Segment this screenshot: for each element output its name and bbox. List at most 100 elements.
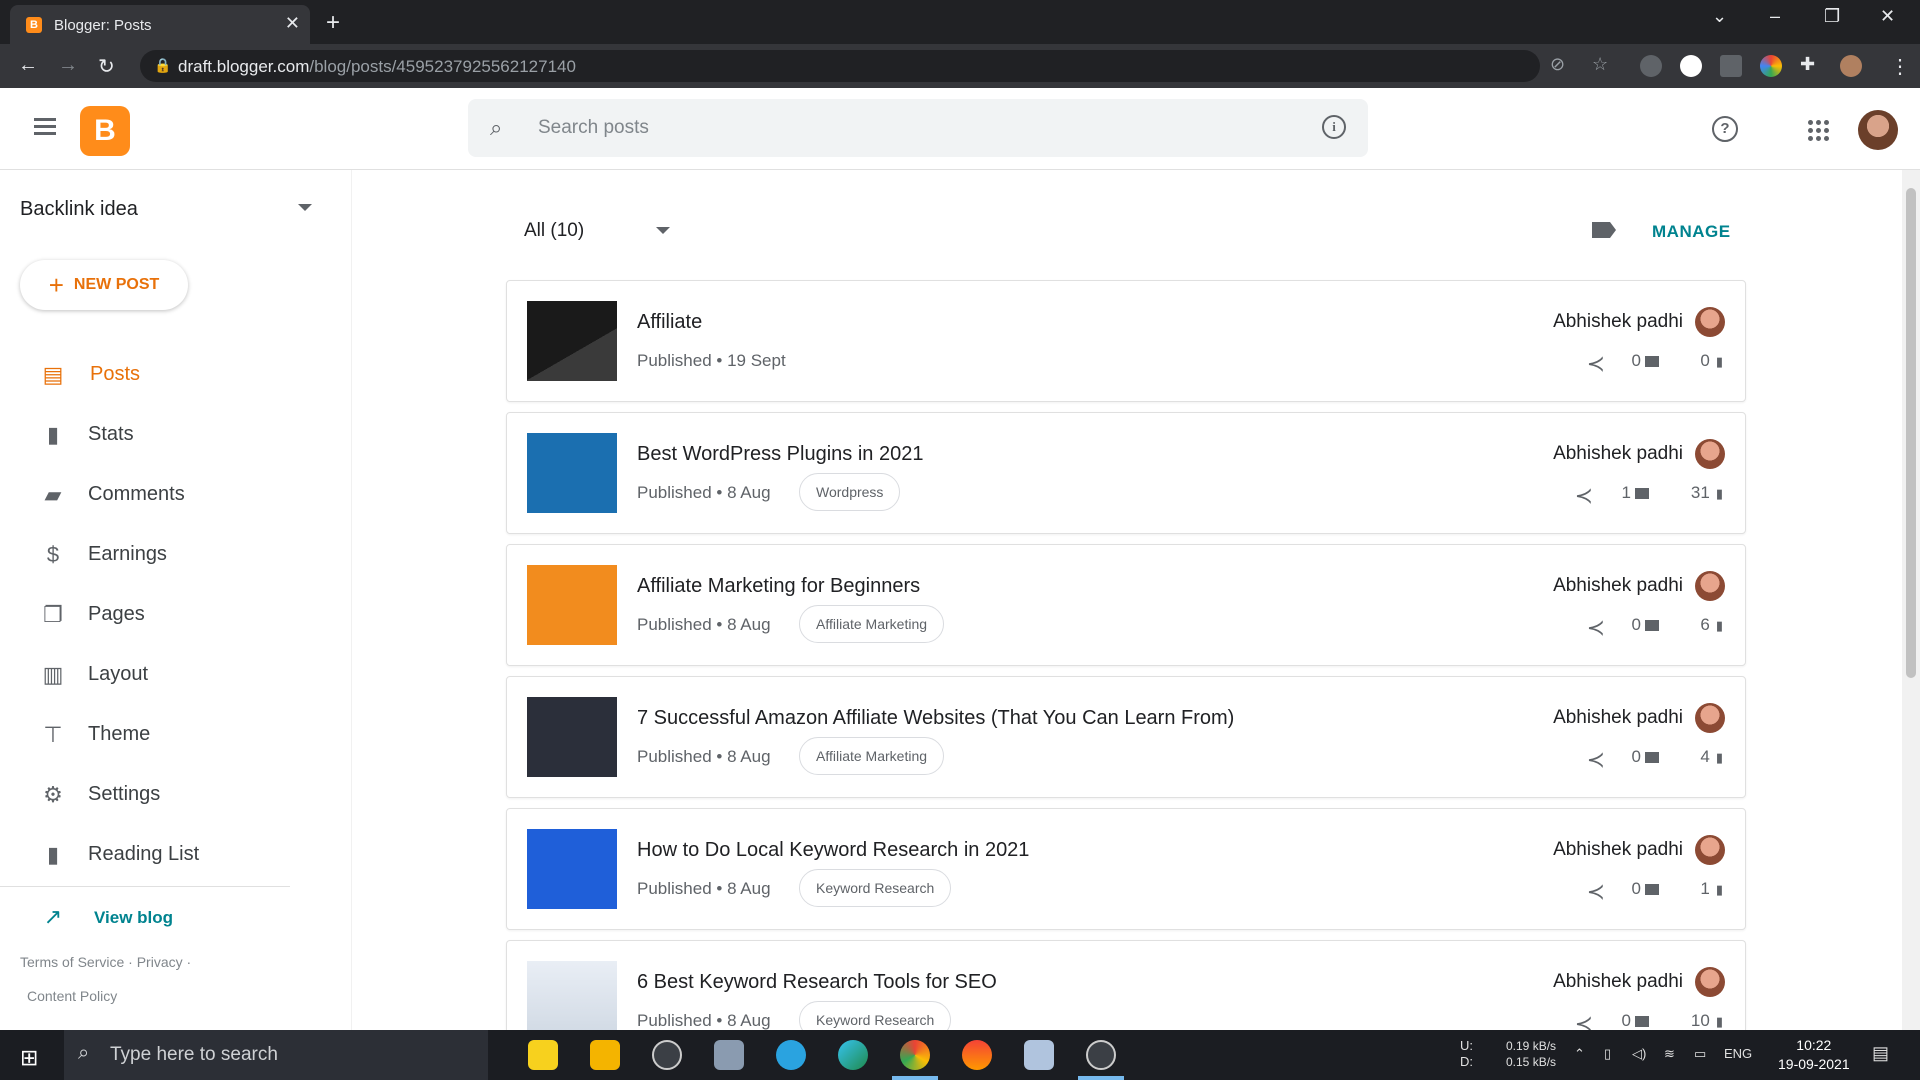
post-label-chip[interactable]: Wordpress (799, 473, 901, 511)
sidebar-item-stats[interactable]: ▮ Stats (0, 406, 350, 462)
post-list-area: All (10) MANAGE Affiliate Published • 19… (352, 170, 1902, 1030)
share-icon[interactable]: ≺ (1587, 879, 1605, 905)
post-title[interactable]: 6 Best Keyword Research Tools for SEO (637, 971, 997, 994)
chevron-up-icon[interactable]: ⌃ (1574, 1046, 1585, 1062)
new-tab-icon[interactable]: + (326, 9, 340, 37)
language-indicator[interactable]: ENG (1724, 1046, 1752, 1061)
manage-button[interactable]: MANAGE (1652, 222, 1731, 242)
account-avatar[interactable] (1858, 110, 1898, 150)
post-row[interactable]: 6 Best Keyword Research Tools for SEO Pu… (506, 940, 1746, 1030)
post-status: Published • 19 Sept (637, 351, 786, 370)
volume-icon[interactable]: ◁) (1632, 1046, 1646, 1062)
blogger-logo-icon[interactable]: B (80, 106, 130, 156)
post-title[interactable]: Affiliate (637, 311, 702, 334)
post-row[interactable]: How to Do Local Keyword Research in 2021… (506, 808, 1746, 930)
back-icon[interactable]: ← (18, 54, 38, 77)
minimize-icon[interactable]: – (1770, 6, 1780, 27)
page-scrollbar[interactable] (1902, 170, 1920, 1030)
post-label-chip[interactable]: Affiliate Marketing (799, 605, 945, 643)
sidebar-item-settings[interactable]: ⚙ Settings (0, 766, 350, 822)
view-blog-link[interactable]: ↗ View blog (0, 888, 350, 944)
post-row[interactable]: Affiliate Published • 19 Sept Abhishek p… (506, 280, 1746, 402)
sidebar-item-theme[interactable]: ⊤ Theme (0, 706, 350, 762)
info-icon[interactable]: i (1322, 115, 1346, 139)
scrollbar-thumb[interactable] (1906, 188, 1916, 678)
profile-icon[interactable] (1840, 55, 1862, 77)
share-icon[interactable]: ≺ (1587, 615, 1605, 641)
new-post-label: NEW POST (73, 276, 160, 293)
browser-tab[interactable]: B Blogger: Posts ✕ (10, 5, 310, 44)
post-title[interactable]: Best WordPress Plugins in 2021 (637, 443, 923, 466)
extension-icon[interactable] (1760, 55, 1782, 77)
app-icon[interactable] (1024, 1040, 1054, 1070)
post-label-chip[interactable]: Affiliate Marketing (799, 737, 945, 775)
restore-icon[interactable]: ❐ (1824, 6, 1840, 27)
battery-icon[interactable]: ▭ (1694, 1046, 1706, 1062)
forward-icon[interactable]: → (58, 54, 78, 77)
close-window-icon[interactable]: ✕ (1880, 6, 1895, 27)
address-bar[interactable]: 🔒 draft.blogger.com/blog/posts/459523792… (140, 50, 1540, 82)
search-input[interactable] (538, 114, 1278, 142)
taskbar-search[interactable]: ⌕ Type here to search (64, 1030, 488, 1080)
post-row[interactable]: Best WordPress Plugins in 2021 Published… (506, 412, 1746, 534)
extension-icon[interactable] (1680, 55, 1702, 77)
privacy-link[interactable]: Privacy (137, 954, 183, 970)
post-title[interactable]: How to Do Local Keyword Research in 2021 (637, 839, 1029, 862)
eye-off-icon[interactable]: ⊘ (1550, 54, 1565, 75)
microphone-icon[interactable]: ▯ (1604, 1046, 1611, 1062)
clock[interactable]: 10:22 19-09-2021 (1778, 1036, 1850, 1074)
notifications-icon[interactable]: ▤ (1872, 1043, 1889, 1064)
post-label-chip[interactable]: Keyword Research (799, 869, 952, 907)
blog-selector[interactable]: Backlink idea (20, 198, 138, 221)
wifi-icon[interactable]: ≋ (1664, 1046, 1675, 1062)
bookmark-star-icon[interactable]: ☆ (1592, 54, 1608, 75)
chevron-down-icon[interactable] (656, 227, 670, 234)
app-header: B ⌕ i ? (0, 88, 1920, 170)
obs-icon[interactable] (652, 1040, 682, 1070)
app-icon[interactable] (714, 1040, 744, 1070)
label-icon[interactable] (1592, 222, 1616, 238)
reload-icon[interactable]: ↻ (98, 54, 115, 79)
apps-grid-icon[interactable] (1808, 120, 1829, 141)
edge-icon[interactable] (838, 1040, 868, 1070)
extension-icon[interactable] (1640, 55, 1662, 77)
puzzle-icon[interactable]: ✚ (1800, 54, 1815, 75)
sidebar-item-posts[interactable]: ▤ Posts (0, 346, 350, 402)
blogger-favicon-icon: B (26, 17, 42, 33)
sidebar-item-earnings[interactable]: $ Earnings (0, 526, 350, 582)
post-row[interactable]: Affiliate Marketing for Beginners Publis… (506, 544, 1746, 666)
share-icon[interactable]: ≺ (1587, 747, 1605, 773)
share-icon[interactable]: ≺ (1587, 351, 1605, 377)
obs-icon[interactable] (1086, 1040, 1116, 1070)
post-label-chip[interactable]: Keyword Research (799, 1001, 952, 1030)
windows-start-icon[interactable]: ⊞ (20, 1045, 38, 1071)
post-title[interactable]: Affiliate Marketing for Beginners (637, 575, 920, 598)
telegram-icon[interactable] (776, 1040, 806, 1070)
app-icon[interactable] (962, 1040, 992, 1070)
help-icon[interactable]: ? (1712, 116, 1738, 142)
post-row[interactable]: 7 Successful Amazon Affiliate Websites (… (506, 676, 1746, 798)
search-icon[interactable]: ⌕ (490, 115, 502, 141)
sidebar-item-reading-list[interactable]: ▮ Reading List (0, 826, 350, 882)
chrome-icon[interactable] (900, 1040, 930, 1070)
post-title[interactable]: 7 Successful Amazon Affiliate Websites (… (637, 707, 1234, 730)
terms-link[interactable]: Terms of Service (20, 954, 124, 970)
chevron-down-icon[interactable] (298, 204, 312, 211)
file-explorer-icon[interactable] (590, 1040, 620, 1070)
sidebar-item-comments[interactable]: ▰ Comments (0, 466, 350, 522)
post-filter-dropdown[interactable]: All (10) (524, 220, 584, 242)
share-icon[interactable]: ≺ (1575, 1011, 1593, 1030)
share-icon[interactable]: ≺ (1575, 483, 1593, 509)
close-tab-icon[interactable]: ✕ (285, 13, 300, 34)
tab-search-icon[interactable]: ⌄ (1712, 6, 1727, 27)
more-menu-icon[interactable]: ⋮ (1890, 54, 1910, 79)
extension-icon[interactable] (1720, 55, 1742, 77)
bookmark-icon: ▮ (46, 842, 60, 867)
sidebar-item-layout[interactable]: ▥ Layout (0, 646, 350, 702)
sticky-notes-icon[interactable] (528, 1040, 558, 1070)
new-post-button[interactable]: + NEW POST (20, 260, 188, 310)
content-policy-link[interactable]: Content Policy (27, 988, 117, 1004)
post-status: Published • 8 Aug (637, 615, 771, 634)
sidebar-item-pages[interactable]: ❐ Pages (0, 586, 350, 642)
menu-icon[interactable] (34, 118, 56, 136)
